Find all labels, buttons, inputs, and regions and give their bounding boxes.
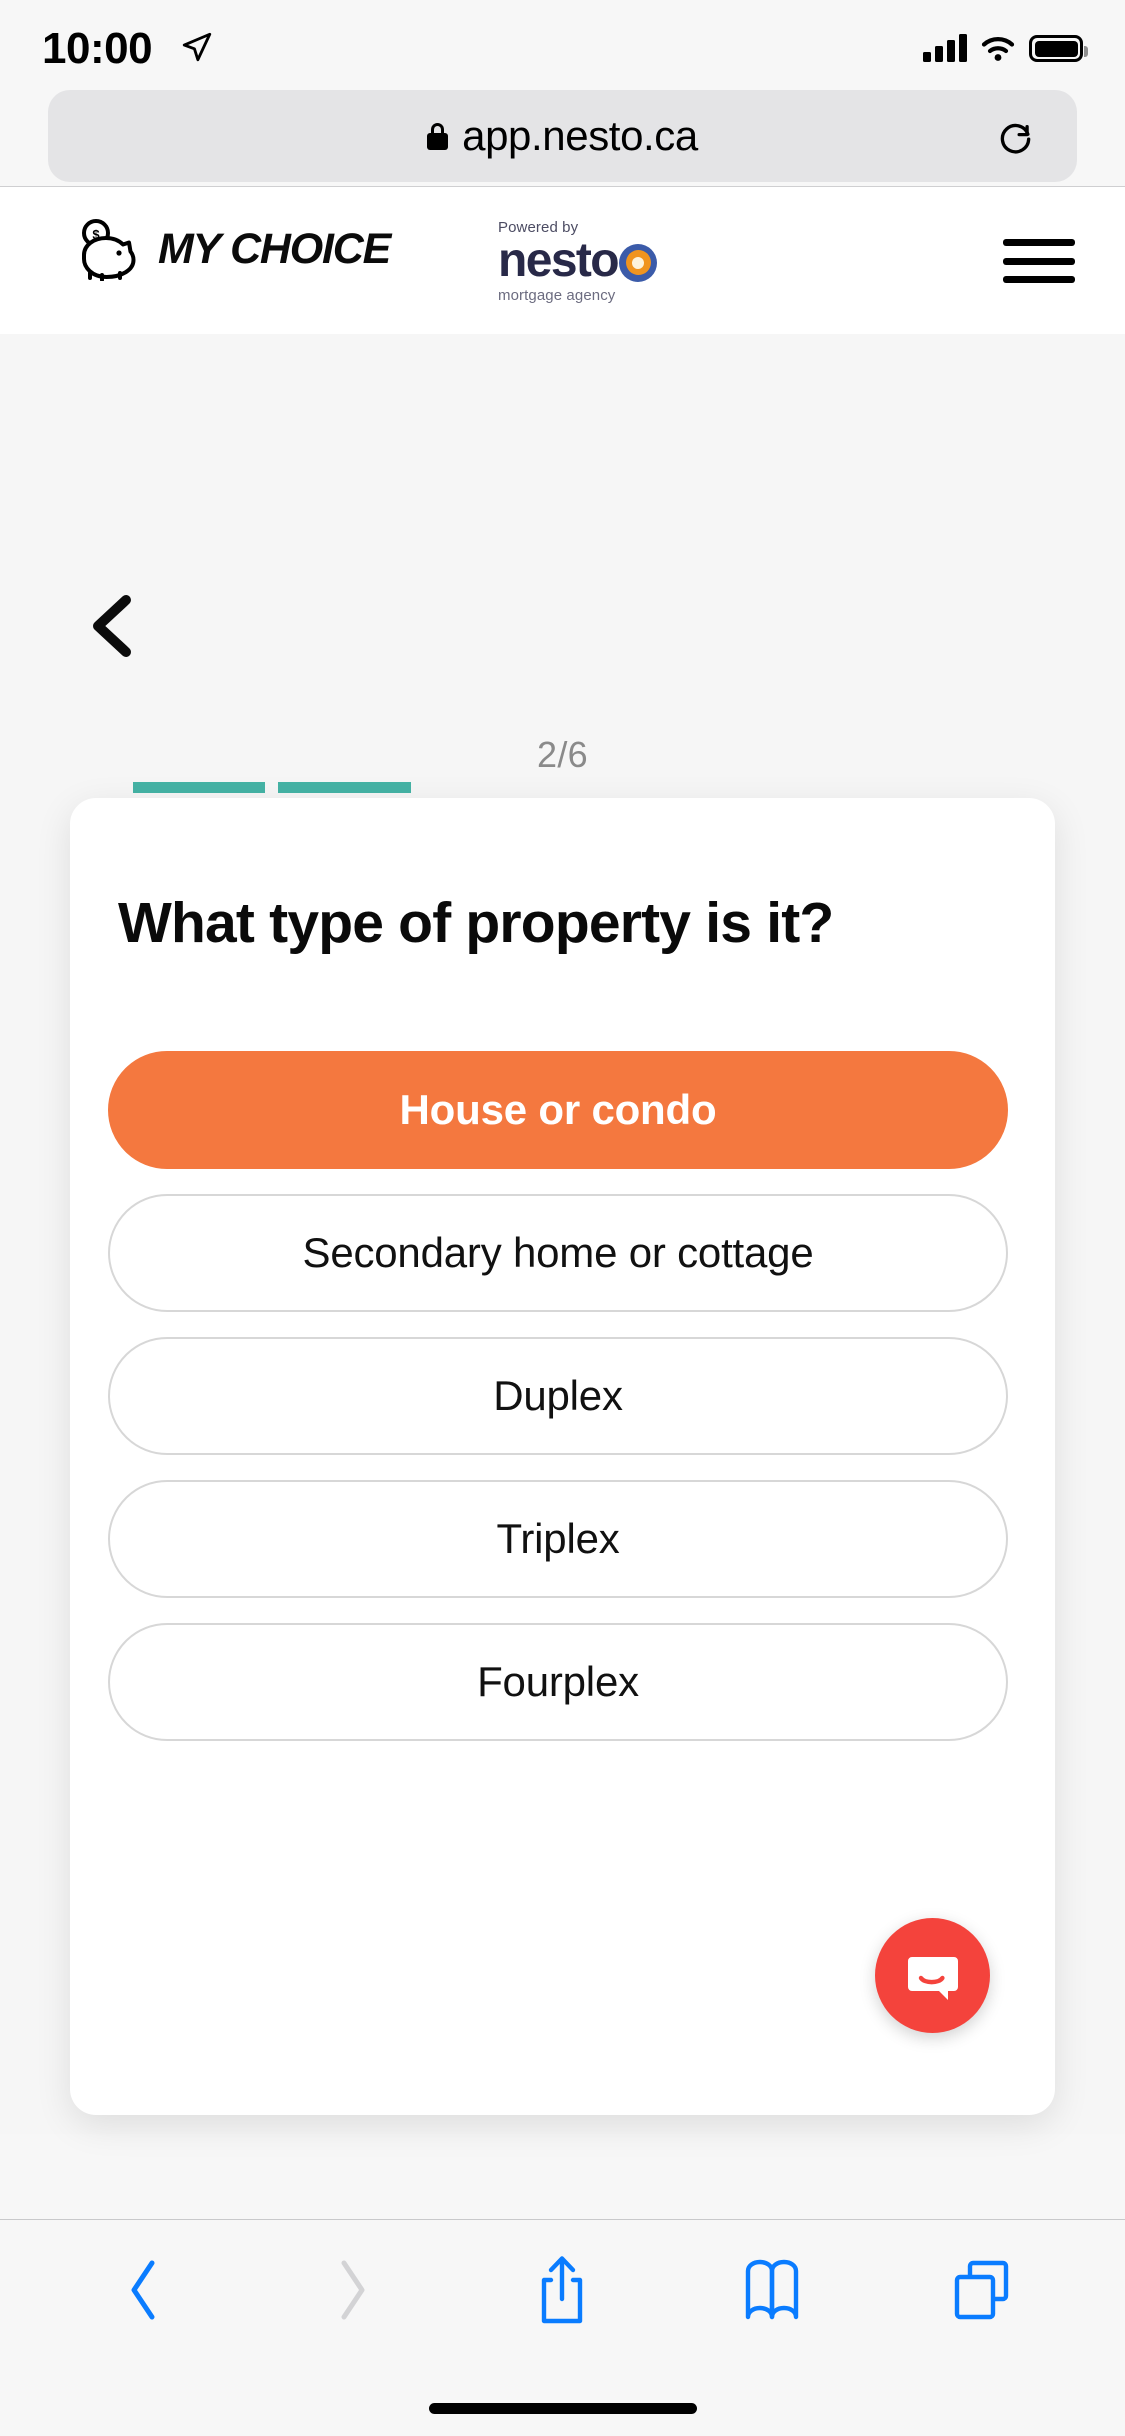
progress-segment-1 <box>133 782 266 793</box>
share-icon <box>542 2256 583 2324</box>
url-display[interactable]: app.nesto.ca <box>427 112 698 160</box>
home-indicator <box>428 2403 697 2414</box>
question-card: What type of property is it? House or co… <box>70 798 1055 2115</box>
progress-segment-6 <box>860 782 992 793</box>
status-bar: 10:00 <box>0 0 1125 90</box>
piggy-bank-icon: $ <box>82 219 136 281</box>
status-bar-indicators <box>923 26 1088 62</box>
forward-icon <box>341 2260 365 2320</box>
browser-tabs-button[interactable] <box>922 2240 1042 2340</box>
partner-name: nesto <box>498 234 620 287</box>
option-fourplex[interactable]: Fourplex <box>108 1623 1008 1741</box>
question-title: What type of property is it? <box>118 891 834 955</box>
browser-url-bar-area: app.nesto.ca <box>0 90 1125 186</box>
chevron-left-icon[interactable] <box>86 594 138 658</box>
step-counter: 2/6 <box>537 734 588 775</box>
brand-logo[interactable]: $ MY CHOICE <box>72 217 391 281</box>
partner-logo[interactable]: Powered by nesto mortgage agency <box>498 219 678 304</box>
progress-segment-5 <box>714 782 846 793</box>
browser-bookmarks-button[interactable] <box>712 2240 832 2340</box>
wifi-icon <box>981 37 1015 61</box>
reload-icon[interactable] <box>997 118 1035 156</box>
property-type-options: House or condo Secondary home or cottage… <box>108 1051 1008 1741</box>
back-icon <box>131 2260 155 2320</box>
url-bar[interactable]: app.nesto.ca <box>48 90 1077 182</box>
partner-wordmark: nesto <box>498 237 678 285</box>
location-arrow-icon <box>182 32 212 62</box>
option-duplex[interactable]: Duplex <box>108 1337 1008 1455</box>
page-body: 2/6 What type of property is it? House o… <box>0 334 1125 2134</box>
bookmarks-icon <box>746 2259 799 2320</box>
browser-toolbar <box>0 2220 1125 2360</box>
progress-segment-3 <box>424 782 556 793</box>
brand-name: MY CHOICE <box>158 224 391 273</box>
partner-tagline: mortgage agency <box>498 287 616 304</box>
url-text: app.nesto.ca <box>462 112 698 159</box>
lock-icon <box>427 122 449 150</box>
browser-share-button[interactable] <box>502 2240 622 2340</box>
progress-segment-4 <box>569 782 701 793</box>
phone-screen: 10:00 app.nesto.ca $ MY CHOICE Powered b… <box>0 0 1125 2436</box>
status-bar-time: 10:00 <box>42 24 153 73</box>
option-house-or-condo[interactable]: House or condo <box>108 1051 1008 1169</box>
hamburger-menu-icon[interactable] <box>1003 235 1079 287</box>
option-triplex[interactable]: Triplex <box>108 1480 1008 1598</box>
browser-forward-button[interactable] <box>293 2240 413 2340</box>
chat-launcher-button[interactable] <box>875 1918 990 2033</box>
browser-back-button[interactable] <box>83 2240 203 2340</box>
progress-segment-2 <box>278 782 411 793</box>
intercom-chat-icon <box>907 1956 958 2000</box>
site-header: $ MY CHOICE Powered by nesto mortgage ag… <box>0 187 1125 334</box>
cellular-signal-icon <box>923 34 967 62</box>
battery-full-icon <box>1029 35 1088 62</box>
option-secondary-home-or-cottage[interactable]: Secondary home or cottage <box>108 1194 1008 1312</box>
nesto-target-icon <box>619 243 658 282</box>
progress-bar <box>133 782 992 793</box>
tabs-icon <box>954 2260 1009 2320</box>
